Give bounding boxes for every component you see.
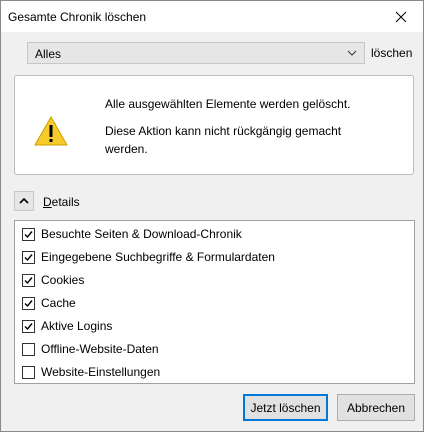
item-browsing-download-history[interactable]: Besuchte Seiten & Download-Chronik	[22, 226, 242, 242]
dialog-window: Gesamte Chronik löschen Alles löschen Al…	[0, 0, 424, 432]
history-items-list: Besuchte Seiten & Download-Chronik Einge…	[14, 220, 415, 384]
warning-panel: Alle ausgewählten Elemente werden gelösc…	[14, 75, 414, 175]
details-toggle-button[interactable]	[14, 191, 34, 211]
details-label-accesskey: D	[43, 195, 52, 209]
details-label-rest: etails	[51, 195, 80, 209]
item-active-logins[interactable]: Aktive Logins	[22, 318, 112, 334]
checkmark-icon	[24, 276, 33, 284]
clear-now-button[interactable]: Jetzt löschen	[243, 394, 328, 421]
checkbox[interactable]	[22, 227, 35, 241]
cancel-button[interactable]: Abbrechen	[337, 394, 415, 421]
item-label: Cache	[41, 296, 76, 310]
time-range-suffix-label: löschen	[371, 46, 413, 60]
item-label: Aktive Logins	[41, 319, 113, 333]
checkbox[interactable]	[22, 273, 35, 287]
checkmark-icon	[24, 322, 33, 330]
details-label: Details	[43, 195, 80, 209]
checkmark-icon	[24, 230, 33, 238]
time-range-value: Alles	[35, 47, 62, 61]
item-label: Offline-Website-Daten	[41, 342, 159, 356]
item-label: Cookies	[41, 273, 85, 287]
warning-text-secondary: Diese Aktion kann nicht rückgängig gemac…	[105, 124, 342, 156]
warning-icon	[34, 116, 68, 146]
checkbox[interactable]	[22, 319, 35, 333]
close-button[interactable]	[379, 1, 423, 32]
item-label: Besuchte Seiten & Download-Chronik	[41, 227, 242, 241]
checkmark-icon	[24, 299, 33, 307]
item-label: Website-Einstellungen	[41, 365, 161, 379]
item-label: Eingegebene Suchbegriffe & Formulardaten	[41, 250, 275, 264]
item-site-settings[interactable]: Website-Einstellungen	[22, 364, 160, 380]
item-form-search-history[interactable]: Eingegebene Suchbegriffe & Formulardaten	[22, 249, 275, 265]
title-bar: Gesamte Chronik löschen	[1, 1, 423, 32]
item-offline-website-data[interactable]: Offline-Website-Daten	[22, 341, 159, 357]
time-range-select[interactable]: Alles	[27, 42, 365, 64]
dialog-title: Gesamte Chronik löschen	[8, 10, 147, 24]
item-cache[interactable]: Cache	[22, 295, 76, 311]
checkbox[interactable]	[22, 365, 35, 379]
close-icon	[395, 11, 407, 22]
warning-text-primary: Alle ausgewählten Elemente werden gelösc…	[105, 97, 351, 111]
checkbox[interactable]	[22, 296, 35, 310]
chevron-up-icon	[19, 198, 29, 204]
chevron-down-icon	[347, 50, 357, 56]
checkmark-icon	[24, 253, 33, 261]
checkbox[interactable]	[22, 250, 35, 264]
checkbox[interactable]	[22, 342, 35, 356]
item-cookies[interactable]: Cookies	[22, 272, 84, 288]
